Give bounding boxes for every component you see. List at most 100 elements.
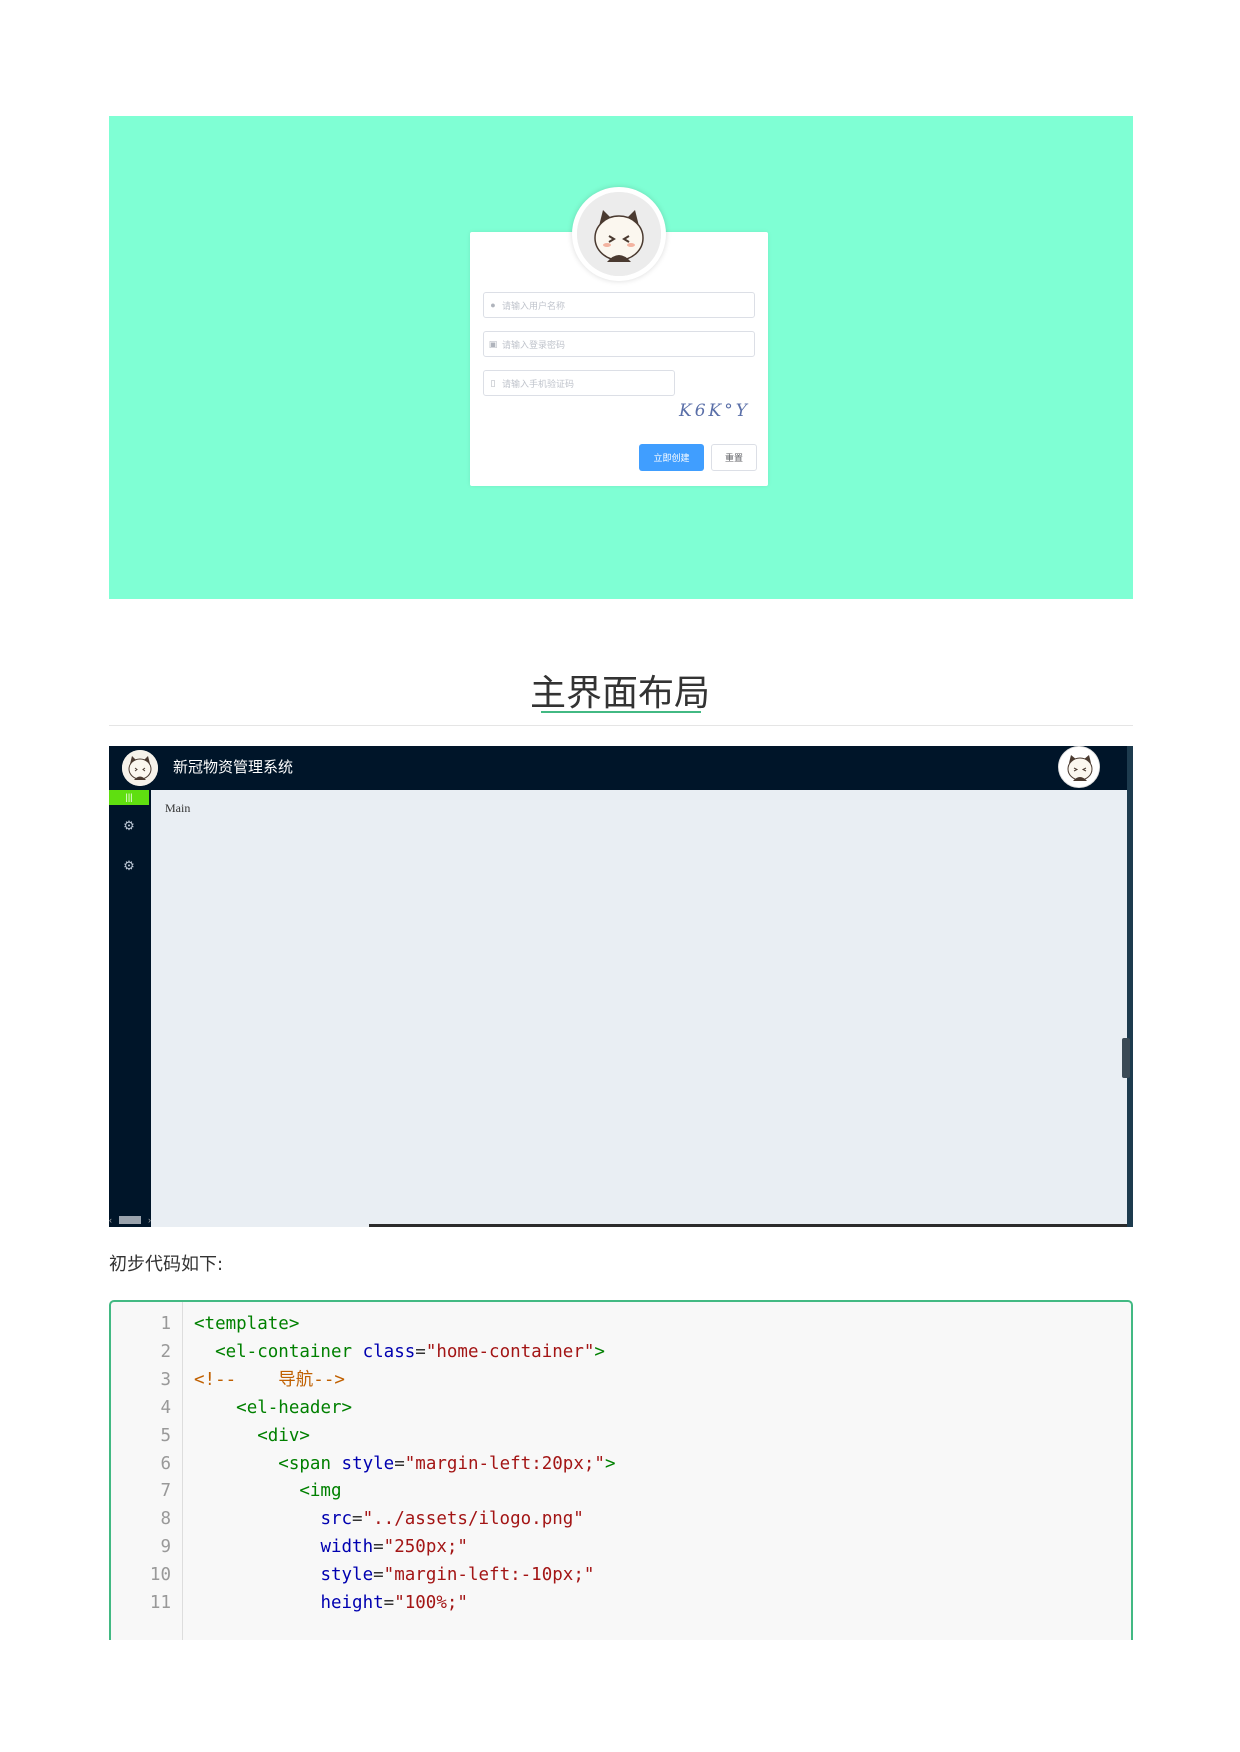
code-line: 2 <el-container class="home-container"> xyxy=(111,1338,1111,1366)
gear-icon[interactable]: ⚙ xyxy=(121,858,137,874)
code-token: style xyxy=(341,1453,395,1474)
gear-icon[interactable]: ⚙ xyxy=(121,818,137,834)
code-line: 6 <span style="margin-left:20px;"> xyxy=(111,1450,1111,1478)
side-drawer-handle[interactable] xyxy=(1122,1038,1130,1078)
sidebar: ||| ⚙ ⚙ ‹ › xyxy=(109,789,151,1227)
code-token: = xyxy=(383,1593,395,1613)
main-layout-screenshot: 新冠物资管理系统 ||| ⚙ ⚙ ‹ › Main xyxy=(109,746,1133,1227)
username-field[interactable]: ● 请输入用户名称 xyxy=(483,292,755,318)
code-token: = xyxy=(373,1537,384,1558)
code-token: "../assets/ilogo.png" xyxy=(362,1509,584,1530)
code-text: <div> xyxy=(194,1422,310,1450)
code-token: <div> xyxy=(257,1425,310,1446)
code-token: = xyxy=(415,1341,426,1362)
code-token: width xyxy=(320,1537,374,1558)
code-token: style xyxy=(320,1565,374,1586)
code-token: "100%;" xyxy=(394,1593,468,1613)
code-line: 11 height="100%;" xyxy=(111,1589,1111,1617)
code-text: <el-header> xyxy=(194,1394,352,1422)
captcha-image[interactable]: K6K°Y xyxy=(679,400,757,422)
code-line: 7 <img xyxy=(111,1477,1111,1505)
user-avatar-icon[interactable] xyxy=(1058,746,1100,788)
app-header: 新冠物资管理系统 xyxy=(109,746,1133,789)
cat-avatar-icon xyxy=(577,192,661,276)
reset-button[interactable]: 重置 xyxy=(711,444,757,471)
login-avatar xyxy=(572,187,666,281)
code-token: "home-container" xyxy=(425,1341,595,1362)
code-text: <img xyxy=(194,1477,342,1505)
code-text: <el-container class="home-container"> xyxy=(194,1338,605,1366)
username-placeholder: 请输入用户名称 xyxy=(502,300,566,311)
code-text: <!-- 导航--> xyxy=(194,1366,345,1394)
code-token: = xyxy=(373,1565,384,1586)
line-number: 1 xyxy=(160,1314,171,1334)
sms-placeholder: 请输入手机验证码 xyxy=(502,378,575,389)
lock-icon: ▣ xyxy=(488,338,498,349)
password-field[interactable]: ▣ 请输入登录密码 xyxy=(483,331,755,357)
app-title: 新冠物资管理系统 xyxy=(173,759,294,776)
code-token: = xyxy=(352,1509,363,1530)
code-block: 1 <template> 2 <el-container class="home-c… xyxy=(109,1300,1133,1640)
sidebar-scrollbar[interactable]: ‹ › xyxy=(109,1214,151,1226)
code-token: height xyxy=(320,1593,384,1613)
code-line: 9 width="250px;" xyxy=(111,1533,1111,1561)
line-number: 3 xyxy=(160,1369,171,1390)
code-token: <span xyxy=(278,1453,331,1474)
code-token: "margin-left:20px;" xyxy=(404,1453,605,1474)
line-number: 5 xyxy=(160,1425,171,1446)
code-line: 10 style="margin-left:-10px;" xyxy=(111,1561,1111,1589)
line-number: 4 xyxy=(160,1397,171,1418)
code-text: style="margin-left:-10px;" xyxy=(194,1561,594,1589)
bottom-scrollbar[interactable] xyxy=(369,1224,1127,1227)
window-edge xyxy=(1127,746,1133,1227)
section-title: 主界面布局 xyxy=(0,664,1240,716)
create-button[interactable]: 立即创建 xyxy=(639,444,704,471)
code-token: "250px;" xyxy=(383,1537,468,1558)
line-number: 10 xyxy=(149,1565,171,1586)
code-line: 8 src="../assets/ilogo.png" xyxy=(111,1505,1111,1533)
main-content: Main xyxy=(151,790,1127,1227)
scroll-thumb[interactable] xyxy=(119,1216,141,1224)
line-number: 11 xyxy=(149,1593,171,1613)
code-token: <el-container xyxy=(215,1341,353,1362)
code-text: <span style="margin-left:20px;"> xyxy=(194,1450,615,1478)
sms-code-field[interactable]: ▯ 请输入手机验证码 xyxy=(483,370,675,396)
code-text: width="250px;" xyxy=(194,1533,468,1561)
password-placeholder: 请输入登录密码 xyxy=(502,339,566,350)
code-line: 1 <template> xyxy=(111,1310,1111,1338)
code-token: <el-header> xyxy=(236,1397,353,1418)
code-token: "margin-left:-10px;" xyxy=(383,1565,595,1586)
intro-text: 初步代码如下: xyxy=(109,1254,224,1275)
code-token: <template> xyxy=(194,1314,300,1334)
code-text: height="100%;" xyxy=(194,1589,468,1617)
line-number: 7 xyxy=(160,1481,171,1502)
app-logo-icon[interactable] xyxy=(122,750,158,786)
scroll-left-icon[interactable]: ‹ xyxy=(109,1215,112,1225)
code-token: class xyxy=(362,1341,416,1362)
code-token: <img xyxy=(299,1481,342,1502)
line-number: 8 xyxy=(160,1509,171,1530)
code-token: > xyxy=(594,1341,605,1362)
code-text: src="../assets/ilogo.png" xyxy=(194,1505,584,1533)
code-line: 3 <!-- 导航--> xyxy=(111,1366,1111,1394)
login-screenshot: ● 请输入用户名称 ▣ 请输入登录密码 ▯ 请输入手机验证码 K6K°Y 立即创… xyxy=(109,116,1133,599)
line-number: 2 xyxy=(160,1341,171,1362)
phone-icon: ▯ xyxy=(490,377,496,388)
sidebar-toggle[interactable]: ||| xyxy=(109,790,149,805)
title-underline xyxy=(541,711,701,713)
code-line: 5 <div> xyxy=(111,1422,1111,1450)
user-icon: ● xyxy=(490,300,496,310)
section-divider xyxy=(109,725,1133,726)
code-text: <template> xyxy=(194,1310,299,1338)
